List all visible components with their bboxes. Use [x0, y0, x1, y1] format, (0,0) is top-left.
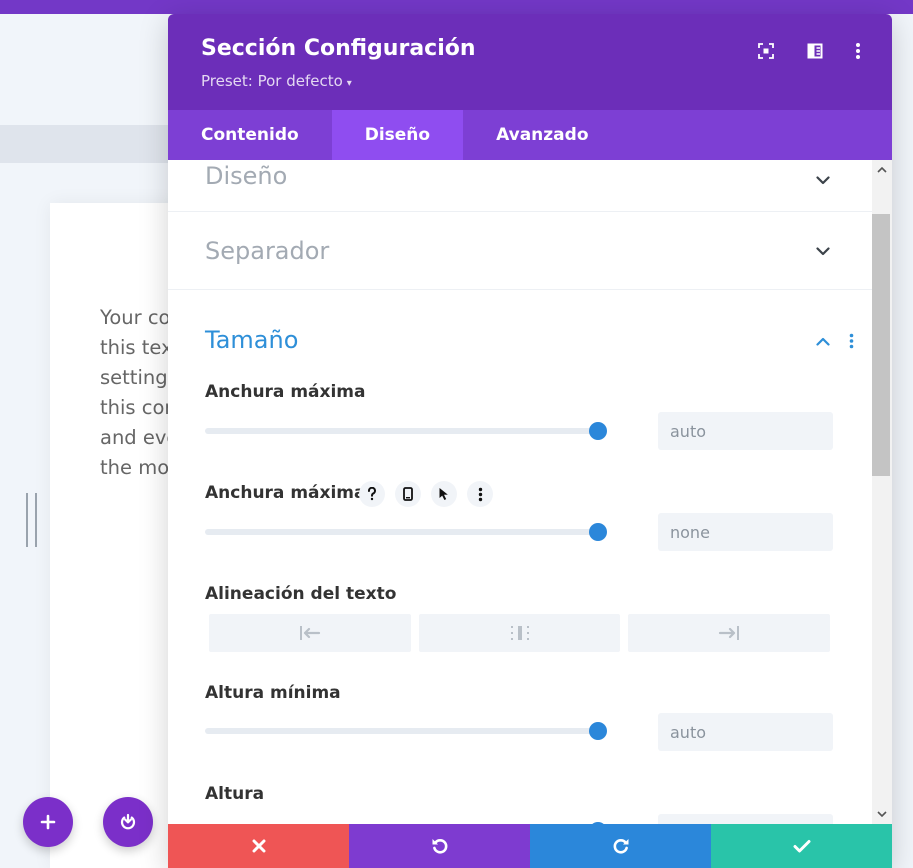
section-options-icon[interactable]	[847, 331, 855, 351]
max-width-input[interactable]: auto	[658, 412, 833, 450]
more-options-icon[interactable]	[847, 40, 869, 62]
min-height-slider[interactable]	[205, 728, 598, 734]
redo-icon	[613, 839, 628, 854]
section-title-tamano[interactable]: Tamaño	[205, 326, 298, 354]
tab-avanzado[interactable]: Avanzado	[463, 110, 621, 160]
tab-contenido[interactable]: Contenido	[168, 110, 332, 160]
chevron-down-icon	[813, 170, 833, 190]
min-height-slider-handle[interactable]	[589, 722, 607, 740]
align-center-button[interactable]	[419, 614, 620, 652]
settings-modal: Sección Configuración Preset: Por defect…	[168, 14, 892, 868]
plus-icon	[40, 814, 56, 830]
undo-icon	[432, 839, 447, 854]
save-button[interactable]	[711, 824, 892, 868]
align-center-icon	[510, 626, 529, 640]
max-width-slider-2[interactable]	[205, 529, 598, 535]
add-module-button[interactable]	[23, 797, 73, 847]
height-label: Altura	[205, 784, 265, 804]
redo-button[interactable]	[530, 824, 711, 868]
drag-handle[interactable]	[26, 493, 37, 547]
modal-footer	[168, 824, 892, 868]
min-height-label: Altura mínima	[205, 683, 341, 703]
help-icon[interactable]	[359, 481, 385, 507]
cancel-button[interactable]	[168, 824, 349, 868]
max-width-input-2[interactable]: none	[658, 513, 833, 551]
caret-down-icon: ▾	[346, 78, 352, 89]
modal-header: Sección Configuración Preset: Por defect…	[168, 14, 892, 110]
section-diseno[interactable]: Diseño	[168, 160, 872, 212]
align-right-button[interactable]	[628, 614, 830, 652]
chevron-up-icon[interactable]	[813, 331, 833, 351]
align-left-icon	[300, 626, 321, 640]
max-width-label-2: Anchura máxima	[205, 483, 366, 503]
max-width-label: Anchura máxima	[205, 382, 366, 402]
field-options-icon[interactable]	[467, 481, 493, 507]
section-title: Diseño	[205, 162, 288, 190]
max-width-slider-handle-2[interactable]	[589, 523, 607, 541]
height-input[interactable]	[658, 814, 833, 824]
tab-diseno[interactable]: Diseño	[331, 110, 464, 160]
scroll-down-icon[interactable]	[872, 806, 892, 822]
scrollbar-thumb[interactable]	[872, 214, 890, 476]
text-align-label: Alineación del texto	[205, 584, 397, 604]
check-icon	[793, 840, 810, 853]
preset-label: Preset: Por defecto	[201, 72, 343, 90]
top-strip	[0, 0, 913, 14]
max-width-slider[interactable]	[205, 428, 598, 434]
preset-selector[interactable]: Preset: Por defecto ▾	[201, 72, 352, 90]
align-left-button[interactable]	[209, 614, 411, 652]
align-right-icon	[718, 626, 739, 640]
undo-button[interactable]	[349, 824, 530, 868]
power-icon	[120, 813, 136, 830]
modal-title: Sección Configuración	[201, 36, 476, 61]
min-height-input[interactable]: auto	[658, 713, 833, 751]
responsive-icon[interactable]	[395, 481, 421, 507]
hover-cursor-icon[interactable]	[431, 481, 457, 507]
focus-mode-icon[interactable]	[755, 40, 777, 62]
scroll-up-icon[interactable]	[872, 162, 892, 178]
section-separador[interactable]: Separador	[168, 212, 872, 290]
portability-button[interactable]	[103, 797, 153, 847]
section-title: Separador	[205, 237, 330, 265]
close-icon	[252, 839, 265, 853]
tab-bar: Contenido Diseño Avanzado	[168, 110, 892, 160]
max-width-slider-handle[interactable]	[589, 422, 607, 440]
settings-content: Diseño Separador Tamaño Anchura máxima a…	[168, 160, 872, 824]
chevron-down-icon	[813, 241, 833, 261]
split-view-icon[interactable]	[804, 40, 826, 62]
background-band	[0, 125, 180, 163]
